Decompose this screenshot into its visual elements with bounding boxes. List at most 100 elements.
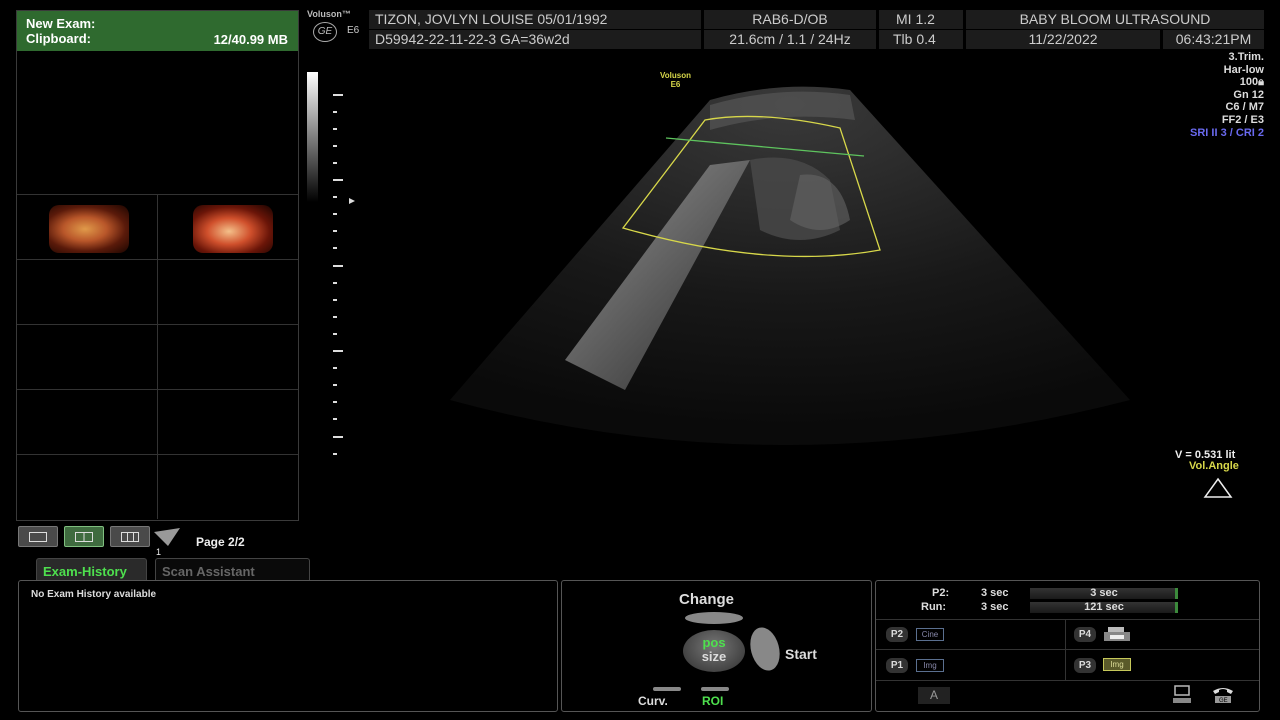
depth-tick — [333, 453, 337, 455]
svg-text:GE: GE — [1219, 698, 1228, 704]
divider — [876, 619, 1259, 620]
clipboard-slot[interactable] — [17, 390, 158, 454]
ge-logo-icon: GE — [313, 22, 337, 42]
clipboard-header: New Exam: Clipboard: 12/40.99 MB — [17, 11, 298, 51]
depth-tick — [333, 247, 337, 249]
change-label: Change — [679, 591, 735, 608]
depth-tick — [333, 213, 337, 215]
printer-icon[interactable] — [1102, 625, 1132, 643]
run-label: Run: — [921, 601, 947, 613]
param-power: 100🔒︎ — [1239, 76, 1264, 89]
new-exam-label: New Exam: — [26, 16, 96, 31]
roi-label: ROI — [702, 694, 724, 708]
roi-button[interactable] — [701, 687, 729, 691]
rendered-3d-image — [193, 205, 273, 253]
clipboard-slot[interactable] — [158, 390, 298, 454]
depth-tick — [333, 145, 337, 147]
clipboard-row — [17, 389, 298, 454]
exam-history-message: No Exam History available — [31, 589, 157, 600]
tib-value: Tlb 0.4 — [879, 30, 963, 49]
p1-key[interactable]: P1 — [886, 658, 908, 673]
param-contrast: C6 / M7 — [1225, 101, 1264, 114]
clipboard-grid — [17, 194, 298, 519]
depth-tick — [333, 418, 337, 420]
clipboard-slot[interactable] — [158, 455, 298, 519]
tab-scan-assistant[interactable]: Scan Assistant — [155, 558, 310, 581]
img-chip-highlighted[interactable]: Img — [1103, 658, 1131, 671]
ultrasound-image — [450, 86, 1130, 446]
start-button[interactable] — [745, 624, 785, 674]
exam-date: 11/22/2022 — [966, 30, 1160, 49]
param-harmonic: Har-low — [1223, 63, 1264, 76]
depth-tick — [333, 94, 343, 96]
service-phone-icon[interactable]: GE — [1211, 685, 1235, 705]
a-key[interactable]: A — [918, 687, 950, 704]
run-bar: 121 sec — [1030, 602, 1178, 613]
divider — [876, 680, 1259, 681]
depth-tick — [333, 111, 337, 113]
depth-tick — [333, 333, 337, 335]
image-watermark: Voluson E6 — [660, 71, 691, 89]
volume-angle-label: Vol.Angle — [1189, 460, 1239, 472]
depth-tick — [333, 128, 337, 130]
clipboard-slot[interactable] — [158, 260, 298, 324]
p2-time-bar: 3 sec — [1030, 588, 1178, 599]
clipboard-slot[interactable] — [17, 325, 158, 389]
layout-grid-button[interactable] — [110, 526, 150, 547]
clipboard-thumb-1[interactable] — [17, 195, 158, 259]
clipboard-thumb-2[interactable] — [158, 195, 298, 259]
layout-buttons — [18, 526, 150, 547]
depth-tick — [333, 367, 337, 369]
layout-single-button[interactable] — [18, 526, 58, 547]
image-watermark-brand: Voluson — [660, 71, 691, 80]
param-frequency: FF2 / E3 — [1221, 113, 1264, 126]
patient-name: TIZON, JOVLYN LOUISE 05/01/1992 — [369, 10, 701, 29]
page-flag-icon[interactable] — [152, 528, 182, 546]
depth-tick — [333, 162, 337, 164]
run-value: 3 sec — [981, 601, 1009, 613]
curv-label: Curv. — [638, 694, 668, 708]
clipboard-panel: New Exam: Clipboard: 12/40.99 MB — [16, 10, 299, 521]
mi-value: MI 1.2 — [879, 10, 963, 29]
trackball-pos-label: pos — [702, 635, 726, 650]
clipboard-row — [17, 194, 298, 259]
clipboard-slot[interactable] — [158, 325, 298, 389]
focus-marker-icon — [349, 198, 355, 204]
trackball[interactable]: pos size — [683, 630, 745, 672]
imaging-parameters: 3.Trim. Har-low 100🔒︎ Gn 12 C6 / M7 FF2 … — [1190, 51, 1264, 139]
clipboard-slot[interactable] — [17, 260, 158, 324]
print-key-panel: P2: 3 sec 3 sec Run: 3 sec 121 sec P2 Ci… — [875, 580, 1260, 712]
depth-tick — [333, 350, 343, 352]
trackball-size-label: size — [701, 649, 727, 664]
clipboard-slot[interactable] — [17, 455, 158, 519]
depth-tick — [333, 179, 343, 181]
depth-tick — [333, 299, 337, 301]
cine-chip[interactable]: Cine — [916, 628, 944, 641]
tab-exam-history[interactable]: Exam-History — [36, 558, 147, 581]
layout-dual-button[interactable] — [64, 526, 104, 547]
p2-time-value: 3 sec — [981, 587, 1009, 599]
clipboard-size: 12/40.99 MB — [213, 32, 288, 47]
change-button[interactable] — [685, 612, 743, 624]
p2-key[interactable]: P2 — [886, 627, 908, 642]
p3-key[interactable]: P3 — [1074, 658, 1096, 673]
divider — [1065, 619, 1066, 680]
model-label: E6 — [347, 25, 360, 36]
network-icon[interactable] — [1172, 685, 1194, 705]
param-sri: SRI II 3 / CRI 2 — [1190, 126, 1264, 139]
clipboard-row — [17, 454, 298, 519]
img-chip[interactable]: Img — [916, 659, 944, 672]
curv-button[interactable] — [653, 687, 681, 691]
start-label: Start — [785, 646, 817, 662]
depth-tick — [333, 230, 337, 232]
rendered-3d-image — [49, 205, 129, 253]
institution-name: BABY BLOOM ULTRASOUND — [966, 10, 1264, 29]
trackball-control-panel: Change pos size Start Curv. ROI — [561, 580, 872, 712]
brand-label: Voluson™ — [307, 9, 351, 19]
p4-key[interactable]: P4 — [1074, 627, 1096, 642]
depth-tick — [333, 401, 337, 403]
depth-tick — [333, 196, 337, 198]
grayscale-bar — [307, 72, 318, 202]
volume-angle-icon[interactable] — [1203, 477, 1233, 499]
clipboard-row — [17, 259, 298, 324]
